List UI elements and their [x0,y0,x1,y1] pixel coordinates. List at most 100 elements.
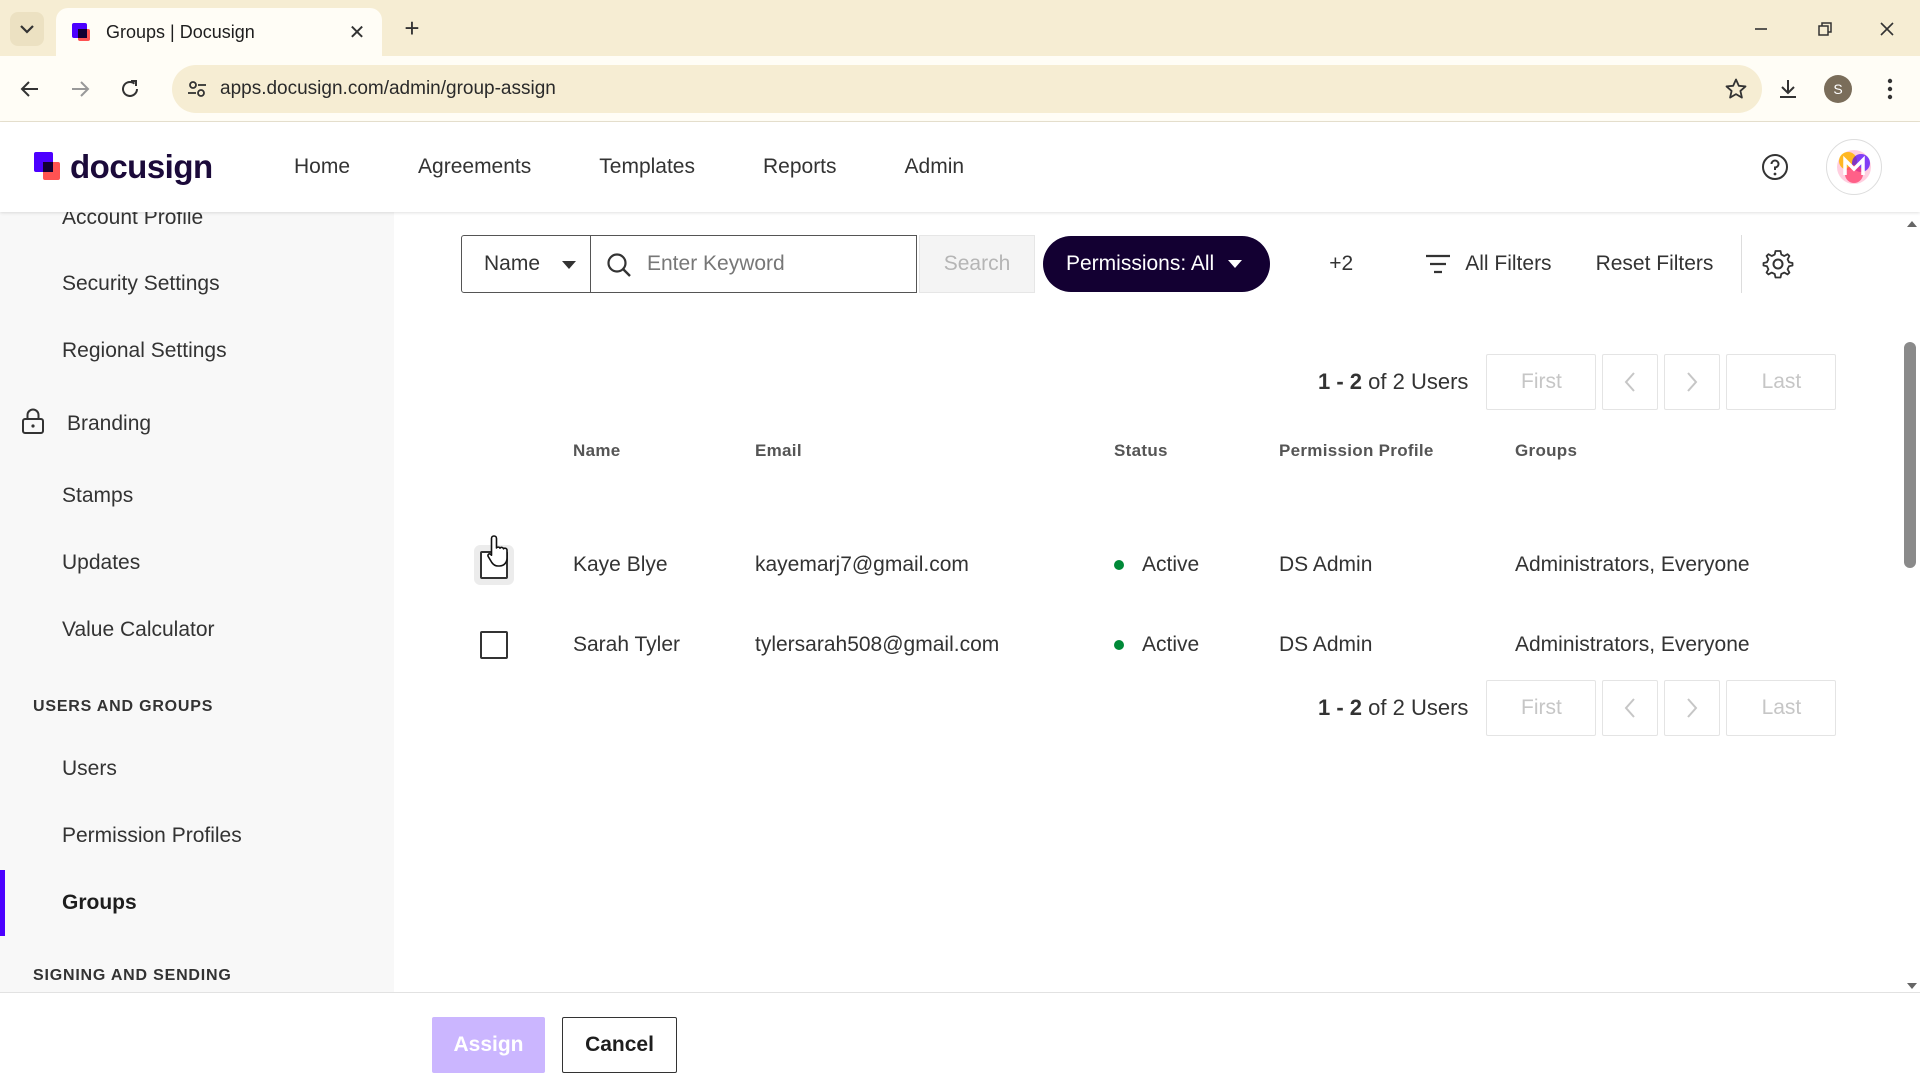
row-select-checkbox[interactable] [480,631,508,659]
cancel-button[interactable]: Cancel [562,1017,677,1073]
gear-icon[interactable] [1762,248,1794,280]
nav-templates[interactable]: Templates [599,155,695,179]
pager-total: of 2 Users [1368,695,1469,720]
permissions-filter-label: Permissions: All [1066,252,1215,275]
action-footer: Assign Cancel [0,992,1920,1080]
first-page-button[interactable]: First [1486,354,1597,410]
permissions-filter-button[interactable]: Permissions: All [1043,236,1271,292]
arrow-right-icon [72,81,90,97]
docusign-favicon-icon [72,23,90,41]
close-tab-icon[interactable]: ✕ [346,21,368,44]
user-status: Active [1114,605,1199,685]
table-row: Kaye Blye kayemarj7@gmail.com Active DS … [394,525,1904,605]
profile-button[interactable]: S [1820,71,1856,107]
chevron-down-icon [20,25,34,34]
keyword-input[interactable] [647,252,897,276]
close-icon [1880,22,1894,36]
sidebar-item-stamps[interactable]: Stamps [62,484,133,508]
minimize-window-button[interactable] [1744,12,1778,46]
nav-home[interactable]: Home [294,155,350,179]
next-page-button[interactable] [1664,680,1721,736]
filter-bar: Name Search Permissions: All +2 All Filt… [461,235,1794,293]
more-vertical-icon [1887,78,1893,100]
search-field-select[interactable]: Name [461,235,591,293]
keyword-field[interactable] [591,235,917,293]
pager-bottom: 1 - 2 of 2 Users First Last [1318,680,1837,736]
sidebar-item-account-profile[interactable]: Account Profile [62,212,203,230]
last-page-button[interactable]: Last [1726,354,1837,410]
help-icon[interactable] [1760,152,1790,182]
scrollbar-track[interactable] [1904,212,1920,992]
forward-button[interactable] [62,71,98,107]
sidebar-item-groups[interactable]: Groups [62,891,137,915]
assign-button[interactable]: Assign [432,1017,545,1073]
sidebar-item-branding[interactable]: Branding [67,412,151,436]
downloads-button[interactable] [1770,71,1806,107]
tab-list-button[interactable] [10,12,44,46]
back-button[interactable] [12,71,48,107]
sidebar-item-updates[interactable]: Updates [62,551,140,575]
search-button[interactable]: Search [919,235,1035,293]
user-status-text: Active [1142,633,1200,656]
user-name: Kaye Blye [573,553,668,576]
nav-agreements[interactable]: Agreements [418,155,531,179]
reload-button[interactable] [112,71,148,107]
all-filters-button[interactable]: All Filters [1425,252,1552,276]
chevron-right-icon [1687,372,1698,392]
status-dot-icon [1114,640,1124,650]
more-filters-count[interactable]: +2 [1329,252,1379,276]
caret-down-icon [1228,260,1243,268]
browser-menu-button[interactable] [1872,71,1908,107]
column-header-permission-profile[interactable]: Permission Profile [1279,441,1434,461]
restore-icon [1818,22,1832,36]
pager-range: 1 - 2 [1318,369,1363,394]
url-text: apps.docusign.com/admin/group-assign [220,78,556,99]
new-tab-button[interactable]: + [396,12,428,44]
close-window-button[interactable] [1870,12,1904,46]
prev-page-button[interactable] [1602,354,1659,410]
column-header-email[interactable]: Email [755,441,802,461]
site-settings-icon[interactable] [186,78,208,100]
nav-reports[interactable]: Reports [763,155,837,179]
user-status-text: Active [1142,553,1200,576]
column-header-status[interactable]: Status [1114,441,1168,461]
sidebar-item-permission-profiles[interactable]: Permission Profiles [62,824,242,848]
user-permission-profile: DS Admin [1279,553,1373,576]
sidebar-item-regional-settings[interactable]: Regional Settings [62,339,227,363]
user-avatar[interactable] [1826,139,1882,195]
table-row: Sarah Tyler tylersarah508@gmail.com Acti… [394,605,1904,685]
profile-avatar: S [1824,75,1852,103]
pager-count: 1 - 2 of 2 Users [1318,695,1468,721]
last-page-button[interactable]: Last [1726,680,1837,736]
user-email: kayemarj7@gmail.com [755,553,969,576]
divider [1741,235,1743,293]
status-dot-icon [1114,560,1124,570]
scroll-down-arrow-icon[interactable] [1904,980,1920,992]
address-bar[interactable]: apps.docusign.com/admin/group-assign [172,65,1762,113]
reset-filters-button[interactable]: Reset Filters [1596,252,1714,276]
hand-cursor-icon [487,535,508,567]
column-header-groups[interactable]: Groups [1515,441,1577,461]
bookmark-star-icon[interactable] [1724,77,1748,101]
docusign-logo[interactable]: docusign [34,148,213,186]
sidebar-item-users[interactable]: Users [62,757,117,781]
sidebar-active-indicator [0,870,5,936]
column-header-name[interactable]: Name [573,441,621,461]
sidebar-item-security-settings[interactable]: Security Settings [62,272,220,296]
browser-toolbar: apps.docusign.com/admin/group-assign S [0,56,1920,122]
nav-admin[interactable]: Admin [905,155,965,179]
sidebar-item-value-calculator[interactable]: Value Calculator [62,618,215,642]
docusign-logo-icon [34,152,60,180]
scroll-up-arrow-icon[interactable] [1904,218,1920,230]
first-page-button[interactable]: First [1486,680,1597,736]
tab-title: Groups | Docusign [106,21,255,42]
search-icon [607,253,631,277]
restore-window-button[interactable] [1808,12,1842,46]
scrollbar-thumb[interactable] [1904,342,1916,568]
reload-icon [122,80,138,97]
prev-page-button[interactable] [1602,680,1659,736]
next-page-button[interactable] [1664,354,1721,410]
app-header: docusign Home Agreements Templates Repor… [0,122,1920,212]
browser-tab-active[interactable]: Groups | Docusign ✕ [56,8,382,56]
chevron-left-icon [1625,372,1636,392]
